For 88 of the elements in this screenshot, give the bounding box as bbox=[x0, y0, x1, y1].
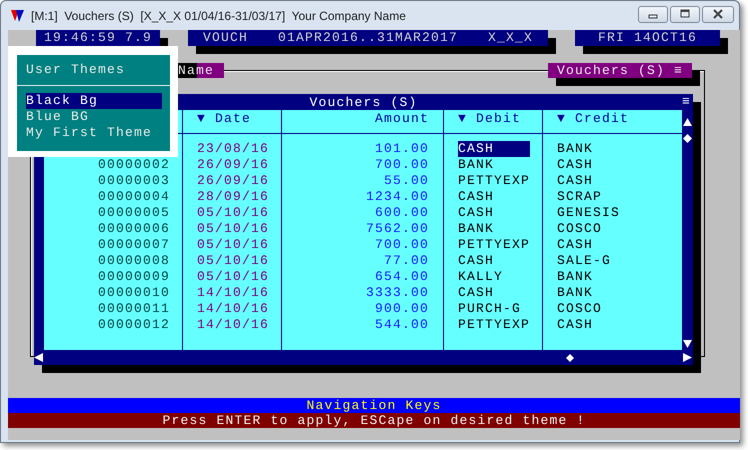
credit-cell-text: COSCO bbox=[557, 221, 604, 237]
amount-cell: 3333.00 bbox=[366, 285, 429, 301]
debit-cell[interactable]: CASH bbox=[458, 141, 530, 157]
credit-cell-text: COSCO bbox=[557, 301, 604, 317]
date-cell-text: 26/09/16 bbox=[197, 173, 270, 189]
debit-cell[interactable]: KALLY bbox=[458, 269, 504, 285]
debit-cell[interactable]: CASH bbox=[458, 189, 494, 205]
date-cell-text: 14/10/16 bbox=[197, 317, 270, 333]
message-bar: Press ENTER to apply, ESCape on desired theme ! bbox=[8, 413, 740, 428]
voucher-number: 00000009 bbox=[98, 269, 170, 285]
credit-cell-text: BANK bbox=[557, 269, 594, 285]
date-cell-text: 26/09/16 bbox=[197, 157, 270, 173]
scroll-left-icon[interactable] bbox=[34, 353, 43, 362]
clock-bar: 19:46:59 7.9 bbox=[36, 30, 160, 46]
maximize-button[interactable] bbox=[670, 6, 700, 22]
amount-cell: 101.00 bbox=[374, 141, 429, 157]
voucher-number: 00000007 bbox=[98, 237, 170, 253]
theme-item[interactable]: Black Bg bbox=[26, 93, 162, 109]
minimize-button[interactable] bbox=[638, 6, 668, 22]
date-cell-text: 14/10/16 bbox=[197, 285, 270, 301]
scroll-thumb-icon[interactable] bbox=[566, 354, 574, 362]
voucher-number: 00000004 bbox=[98, 189, 170, 205]
date-cell-text: 05/10/16 bbox=[197, 237, 270, 253]
debit-cell[interactable]: PURCH-G bbox=[458, 301, 522, 317]
popup-title: User Themes bbox=[17, 55, 170, 86]
amount-cell: 654.00 bbox=[374, 269, 429, 285]
date-cell-text: 05/10/16 bbox=[197, 269, 270, 285]
credit-cell-text: CASH bbox=[557, 173, 594, 189]
window-title: [M:1] Vouchers (S) [X_X_X 01/04/16-31/03/17] Your Company Name bbox=[31, 8, 406, 22]
debit-cell[interactable]: CASH bbox=[458, 285, 494, 301]
voucher-number: 00000010 bbox=[98, 285, 170, 301]
voucher-number: 00000011 bbox=[98, 301, 170, 317]
credit-cell-text: SALE-G bbox=[557, 253, 612, 269]
date-cell-text: 28/09/16 bbox=[197, 189, 270, 205]
date-cell-text: 05/10/16 bbox=[197, 253, 270, 269]
column-header[interactable]: ▼ Debit bbox=[444, 110, 543, 134]
debit-cell[interactable]: PETTYEXP bbox=[458, 237, 530, 253]
voucher-number: 00000006 bbox=[98, 221, 170, 237]
voucher-number: 00000008 bbox=[98, 253, 170, 269]
period-label: 01APR2016..31MAR2017 bbox=[278, 30, 458, 46]
debit-cell[interactable]: CASH bbox=[458, 253, 494, 269]
amount-cell: 900.00 bbox=[374, 301, 429, 317]
list-tab[interactable]: Vouchers (S) ≡ bbox=[548, 63, 692, 78]
credit-cell-text: SCRAP bbox=[557, 189, 604, 205]
date-cell-text: 23/08/16 bbox=[197, 141, 270, 157]
panel-menu[interactable]: ≡ bbox=[682, 94, 691, 110]
module-label: VOUCH bbox=[202, 30, 248, 46]
maximize-icon bbox=[680, 9, 690, 19]
credit-cell-text: CASH bbox=[557, 237, 594, 253]
amount-cell: 55.00 bbox=[384, 173, 429, 189]
scroll-up-icon[interactable] bbox=[683, 118, 692, 126]
column-header[interactable]: ▼ Date bbox=[183, 110, 282, 134]
panel-title: Vouchers (S) bbox=[309, 94, 418, 110]
credit-cell-text: CASH bbox=[557, 317, 594, 333]
debit-cell[interactable]: CASH bbox=[458, 205, 494, 221]
voucher-number: 00000002 bbox=[98, 157, 170, 173]
date-cell-text: 05/10/16 bbox=[197, 205, 270, 221]
amount-cell: 700.00 bbox=[374, 237, 429, 253]
credit-cell-text: CASH bbox=[557, 157, 594, 173]
date-bar: FRI 14OCT16 bbox=[575, 30, 720, 46]
amount-cell: 77.00 bbox=[384, 253, 429, 269]
help-bar: Navigation Keys bbox=[8, 398, 740, 413]
theme-item[interactable]: Blue BG bbox=[26, 109, 162, 125]
amount-cell: 600.00 bbox=[374, 205, 429, 221]
amount-cell: 7562.00 bbox=[366, 221, 429, 237]
voucher-number: 00000003 bbox=[98, 173, 170, 189]
credit-cell-text: GENESIS bbox=[557, 205, 622, 221]
column-header[interactable]: Amount bbox=[282, 110, 444, 134]
credit-cell-text: BANK bbox=[557, 141, 594, 157]
triangle-icon bbox=[11, 8, 25, 22]
amount-cell: 544.00 bbox=[374, 317, 429, 333]
voucher-number: 00000012 bbox=[98, 317, 170, 333]
theme-item[interactable]: My First Theme bbox=[26, 125, 162, 141]
credit-cell-text: BANK bbox=[557, 285, 594, 301]
scroll-right-icon[interactable] bbox=[683, 353, 692, 362]
voucher-number: 00000005 bbox=[98, 205, 170, 221]
date-cell-text: 05/10/16 bbox=[197, 221, 270, 237]
debit-cell[interactable]: PETTYEXP bbox=[458, 173, 530, 189]
debit-cell[interactable]: PETTYEXP bbox=[458, 317, 530, 333]
amount-cell: 1234.00 bbox=[366, 189, 429, 205]
company-code: X_X_X bbox=[488, 30, 534, 46]
amount-cell: 700.00 bbox=[374, 157, 429, 173]
close-icon bbox=[712, 9, 724, 19]
debit-cell[interactable]: BANK bbox=[458, 157, 494, 173]
debit-cell[interactable]: BANK bbox=[458, 221, 494, 237]
scroll-down-icon[interactable] bbox=[683, 340, 692, 348]
close-button[interactable] bbox=[702, 6, 734, 22]
date-cell-text: 14/10/16 bbox=[197, 301, 270, 317]
